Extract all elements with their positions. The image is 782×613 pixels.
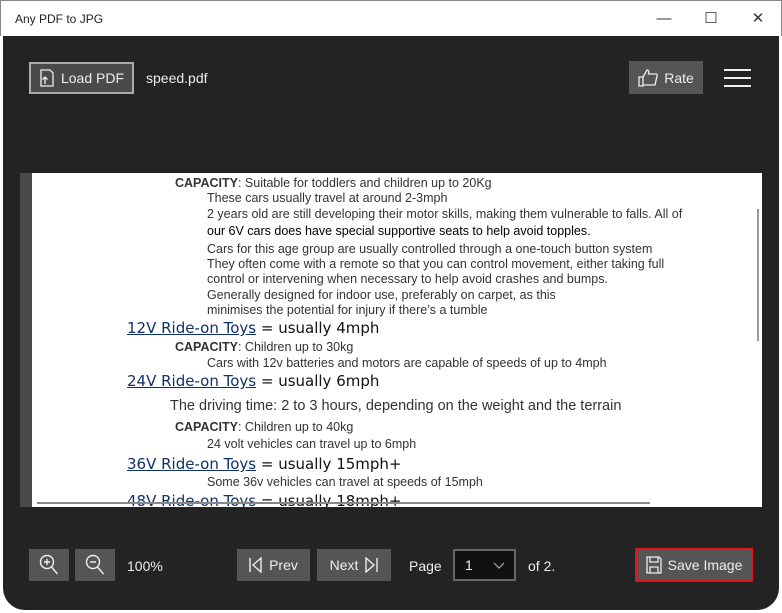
prev-label: Prev xyxy=(269,557,298,573)
zoom-out-button[interactable] xyxy=(75,549,115,581)
close-button[interactable]: ✕ xyxy=(743,7,773,31)
page-select[interactable]: 1 xyxy=(453,549,516,581)
zoom-out-icon xyxy=(85,554,105,575)
line-text: = usually 6mph xyxy=(256,372,380,390)
line-text: : Suitable for toddlers and children up … xyxy=(237,176,492,190)
skip-back-icon xyxy=(249,557,262,573)
page-label: Page xyxy=(409,558,442,574)
capacity-label: CAPACITY xyxy=(175,420,238,434)
line-text: = usually 15mph+ xyxy=(256,455,402,473)
zoom-in-button[interactable] xyxy=(29,549,69,581)
prev-page-button[interactable]: Prev xyxy=(237,549,310,581)
line-text: Generally designed for indoor use, prefe… xyxy=(207,288,556,302)
line-text: Cars with 12v batteries and motors are c… xyxy=(207,356,607,370)
document-line: Cars with 12v batteries and motors are c… xyxy=(207,356,607,370)
load-pdf-label: Load PDF xyxy=(60,70,125,86)
capacity-label: CAPACITY xyxy=(175,176,238,190)
load-pdf-button[interactable]: Load PDF xyxy=(29,62,134,94)
page-edge xyxy=(20,173,32,507)
heading-link[interactable]: 12V Ride-on Toys xyxy=(127,319,256,337)
heading-link[interactable]: 36V Ride-on Toys xyxy=(127,455,256,473)
window-title: Any PDF to JPG xyxy=(15,12,104,26)
vertical-scrollbar[interactable] xyxy=(757,209,759,341)
page-total: of 2. xyxy=(528,558,556,574)
page-select-value: 1 xyxy=(465,557,473,573)
document-line: control or intervening when necessary to… xyxy=(207,272,608,286)
zoom-in-icon xyxy=(39,554,59,575)
line-text: control or intervening when necessary to… xyxy=(207,272,608,286)
line-text: Some 36v vehicles can travel at speeds o… xyxy=(207,475,483,489)
document-line: CAPACITY: Suitable for toddlers and chil… xyxy=(175,176,492,190)
line-text: our 6V cars does have special supportive… xyxy=(207,224,591,238)
section-heading: 12V Ride-on Toys = usually 4mph xyxy=(127,319,379,337)
line-text: 24 volt vehicles can travel up to 6mph xyxy=(207,437,417,451)
zoom-level: 100% xyxy=(127,558,163,574)
document-line: Cars for this age group are usually cont… xyxy=(207,242,652,256)
document-line: Some 36v vehicles can travel at speeds o… xyxy=(207,475,483,489)
document-line: minimises the potential for injury if th… xyxy=(207,303,487,317)
document-line: our 6V cars does have special supportive… xyxy=(207,224,591,238)
save-icon xyxy=(645,556,662,574)
title-bar: Any PDF to JPG — ☐ ✕ xyxy=(0,0,782,36)
horizontal-scrollbar[interactable] xyxy=(37,502,650,504)
document-line: Generally designed for indoor use, prefe… xyxy=(207,288,556,302)
minimize-button[interactable]: — xyxy=(649,7,679,31)
hamburger-icon xyxy=(724,69,751,87)
line-text: = usually 18mph+ xyxy=(256,492,402,507)
document-line: CAPACITY: Children up to 40kg xyxy=(175,420,353,434)
capacity-label: CAPACITY xyxy=(175,340,238,354)
line-text: The driving time: 2 to 3 hours, dependin… xyxy=(170,398,622,414)
next-label: Next xyxy=(329,557,359,573)
hamburger-menu-button[interactable] xyxy=(724,69,751,87)
document-line: They often come with a remote so that yo… xyxy=(207,257,664,271)
save-image-label: Save Image xyxy=(667,557,743,573)
document-line: These cars usually travel at around 2-3m… xyxy=(207,191,447,205)
heading-link[interactable]: 24V Ride-on Toys xyxy=(127,372,256,390)
rate-button[interactable]: Rate xyxy=(629,61,703,94)
next-page-button[interactable]: Next xyxy=(317,549,391,581)
line-text: : Children up to 40kg xyxy=(237,420,354,434)
line-text: 2 years old are still developing their m… xyxy=(207,207,683,221)
line-text: : Children up to 30kg xyxy=(237,340,354,354)
line-text: = usually 4mph xyxy=(256,319,380,337)
section-heading: 24V Ride-on Toys = usually 6mph xyxy=(127,372,379,390)
document-line: 2 years old are still developing their m… xyxy=(207,207,682,221)
thumbs-up-icon xyxy=(638,68,659,87)
document-line: 24 volt vehicles can travel up to 6mph xyxy=(207,437,416,451)
section-heading: 48V Ride-on Toys = usually 18mph+ xyxy=(127,492,402,507)
document-line: The driving time: 2 to 3 hours, dependin… xyxy=(170,398,621,414)
skip-forward-icon xyxy=(365,557,379,573)
save-image-button[interactable]: Save Image xyxy=(635,548,753,582)
line-text: Cars for this age group are usually cont… xyxy=(207,242,653,256)
document-line: CAPACITY: Children up to 30kg xyxy=(175,340,353,354)
line-text: minimises the potential for injury if th… xyxy=(207,303,488,317)
maximize-button[interactable]: ☐ xyxy=(696,7,726,31)
pdf-preview[interactable]: CAPACITY: Suitable for toddlers and chil… xyxy=(20,173,762,507)
file-upload-icon xyxy=(40,69,54,87)
rate-label: Rate xyxy=(664,69,694,86)
section-heading: 36V Ride-on Toys = usually 15mph+ xyxy=(127,455,402,473)
file-name: speed.pdf xyxy=(146,70,208,86)
heading-link[interactable]: 48V Ride-on Toys xyxy=(127,492,256,507)
line-text: These cars usually travel at around 2-3m… xyxy=(207,191,448,205)
line-text: They often come with a remote so that yo… xyxy=(207,257,665,271)
chevron-down-icon xyxy=(493,562,505,569)
